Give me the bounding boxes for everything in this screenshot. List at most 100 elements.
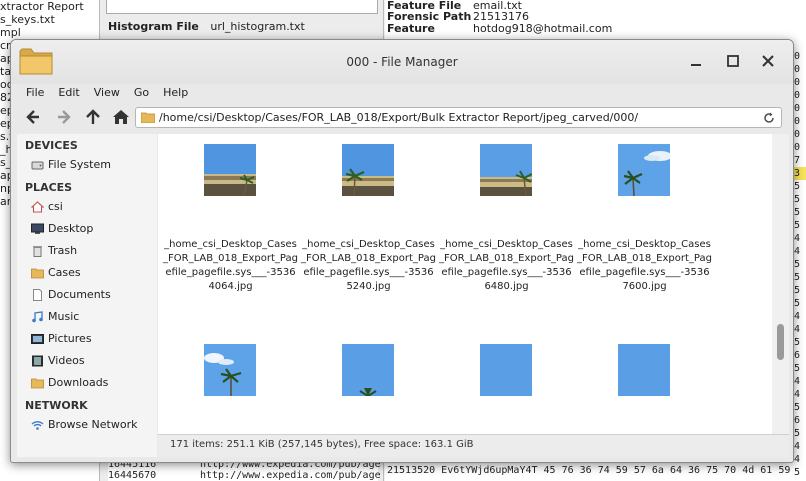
network-header: NETWORK	[25, 399, 88, 412]
hex-value: 5	[794, 181, 801, 192]
file-thumbnail[interactable]	[618, 344, 670, 396]
menu-help[interactable]: Help	[157, 84, 196, 104]
sidebar-item-videos[interactable]: Videos	[17, 350, 157, 372]
video-icon	[32, 355, 43, 367]
sidebar-item-desktop[interactable]: Desktop	[17, 218, 157, 240]
hex-line: 21513520 Ev6tYWjd6upMaY4T 45 76 36 74 59…	[387, 465, 791, 476]
sidebar-item-label: csi	[48, 200, 63, 213]
menu-edit[interactable]: Edit	[52, 84, 87, 104]
sidebar-item-music[interactable]: Music	[17, 306, 157, 328]
scrollbar[interactable]	[772, 134, 789, 434]
maximize-button[interactable]	[724, 52, 742, 70]
status-text: 171 items: 251.1 KiB (257,145 bytes), Fr…	[170, 439, 474, 450]
hex-value: 4	[794, 454, 801, 465]
file-name[interactable]: _home_csi_Desktop_Cases_FOR_LAB_018_Expo…	[577, 238, 712, 294]
maximize-icon	[727, 55, 739, 67]
hex-value: 0	[794, 64, 801, 75]
pictures-icon	[31, 334, 44, 344]
scrollbar-thumb[interactable]	[777, 324, 784, 360]
background-list-item[interactable]: mpl	[0, 26, 99, 39]
menu-go[interactable]: Go	[128, 84, 157, 104]
file-thumbnail[interactable]	[204, 344, 256, 396]
sidebar-item-label: Music	[48, 310, 80, 323]
file-thumbnail[interactable]	[618, 144, 670, 196]
background-input[interactable]	[106, 0, 378, 14]
file-thumbnail[interactable]	[342, 344, 394, 396]
reload-button[interactable]	[763, 108, 775, 130]
image-thumbnail-icon	[204, 344, 256, 396]
file-thumbnail[interactable]	[480, 144, 532, 196]
sidebar-item-csi[interactable]: csi	[17, 196, 157, 218]
row-id: 16445670	[108, 470, 157, 481]
sidebar-item-label: Trash	[48, 244, 78, 257]
sidebar-item-label: Browse Network	[48, 418, 138, 431]
hex-value: 5	[794, 285, 801, 296]
close-button[interactable]	[759, 52, 777, 70]
histogram-file-label: Histogram File	[108, 20, 199, 33]
file-thumbnail[interactable]	[480, 344, 532, 396]
hex-value: 5	[794, 363, 801, 374]
sidebar-item-label: File System	[48, 158, 111, 171]
histogram-file-value: url_histogram.txt	[210, 20, 305, 33]
window-title: 000 - File Manager	[346, 55, 458, 69]
home-icon	[113, 110, 129, 124]
hex-value: 5	[794, 259, 801, 270]
image-thumbnail-icon	[480, 144, 532, 196]
file-thumbnail[interactable]	[342, 144, 394, 196]
image-thumbnail-icon	[342, 144, 394, 196]
document-icon	[33, 289, 42, 301]
image-thumbnail-icon	[342, 344, 394, 396]
background-list-item[interactable]: xtractor Report	[0, 0, 99, 13]
title-bar[interactable]: 000 - File Manager	[11, 40, 793, 84]
menu-view[interactable]: View	[88, 84, 128, 104]
file-name[interactable]: _home_csi_Desktop_Cases_FOR_LAB_018_Expo…	[163, 238, 298, 294]
location-bar[interactable]: /home/csi/Desktop/Cases/FOR_LAB_018/Expo…	[135, 107, 782, 128]
menu-file[interactable]: File	[20, 84, 52, 104]
sidebar-item-trash[interactable]: Trash	[17, 240, 157, 262]
hex-value: 0	[794, 51, 801, 62]
hex-value: 3	[794, 167, 806, 180]
arrow-right-icon	[58, 110, 71, 124]
sidebar-item-label: Cases	[48, 266, 81, 279]
status-bar: 171 items: 251.1 KiB (257,145 bytes), Fr…	[158, 434, 789, 457]
trash-icon	[33, 246, 42, 257]
hex-value: 5	[794, 337, 801, 348]
sidebar-item-browse-network[interactable]: Browse Network	[17, 414, 157, 436]
network-icon	[31, 421, 44, 430]
hex-value: 7	[794, 155, 801, 166]
file-manager-window: 000 - File Manager File Edit View Go Hel…	[10, 39, 794, 463]
file-name[interactable]: _home_csi_Desktop_Cases_FOR_LAB_018_Expo…	[301, 238, 436, 294]
file-thumbnail[interactable]	[204, 144, 256, 196]
feature-label: Feature	[387, 22, 435, 35]
hex-value: 4	[794, 311, 801, 322]
up-button[interactable]	[82, 107, 104, 127]
back-button[interactable]	[24, 107, 46, 127]
table-row[interactable]: 16445670 http://www.expedia.com/pub/age	[108, 470, 381, 481]
hex-value: 5	[794, 467, 801, 478]
sidebar-item-cases[interactable]: Cases	[17, 262, 157, 284]
sidebar-item-file-system[interactable]: File System	[17, 154, 157, 176]
sidebar-item-downloads[interactable]: Downloads	[17, 372, 157, 394]
file-grid[interactable]: _home_csi_Desktop_Cases_FOR_LAB_018_Expo…	[158, 134, 772, 434]
home-button[interactable]	[110, 107, 132, 127]
histogram-file-row: Histogram File url_histogram.txt	[108, 20, 305, 33]
sidebar-item-pictures[interactable]: Pictures	[17, 328, 157, 350]
image-thumbnail-icon	[204, 144, 256, 196]
folder-icon	[31, 268, 44, 279]
minimize-icon	[691, 64, 701, 66]
background-list-item[interactable]: s_keys.txt	[0, 13, 99, 26]
sidebar-item-label: Documents	[48, 288, 111, 301]
image-thumbnail-icon	[480, 344, 532, 396]
file-name[interactable]: _home_csi_Desktop_Cases_FOR_LAB_018_Expo…	[439, 238, 574, 294]
home-icon	[31, 201, 44, 213]
minimize-button[interactable]	[687, 52, 705, 70]
toolbar: /home/csi/Desktop/Cases/FOR_LAB_018/Expo…	[11, 104, 793, 130]
menu-bar: File Edit View Go Help	[11, 84, 793, 104]
hex-value: 5	[794, 428, 801, 439]
sidebar-item-documents[interactable]: Documents	[17, 284, 157, 306]
hex-value: 5	[794, 402, 801, 413]
hex-value: 0	[794, 103, 801, 114]
forward-button[interactable]	[53, 107, 75, 127]
drive-icon	[31, 161, 44, 170]
places-header: PLACES	[25, 181, 73, 194]
